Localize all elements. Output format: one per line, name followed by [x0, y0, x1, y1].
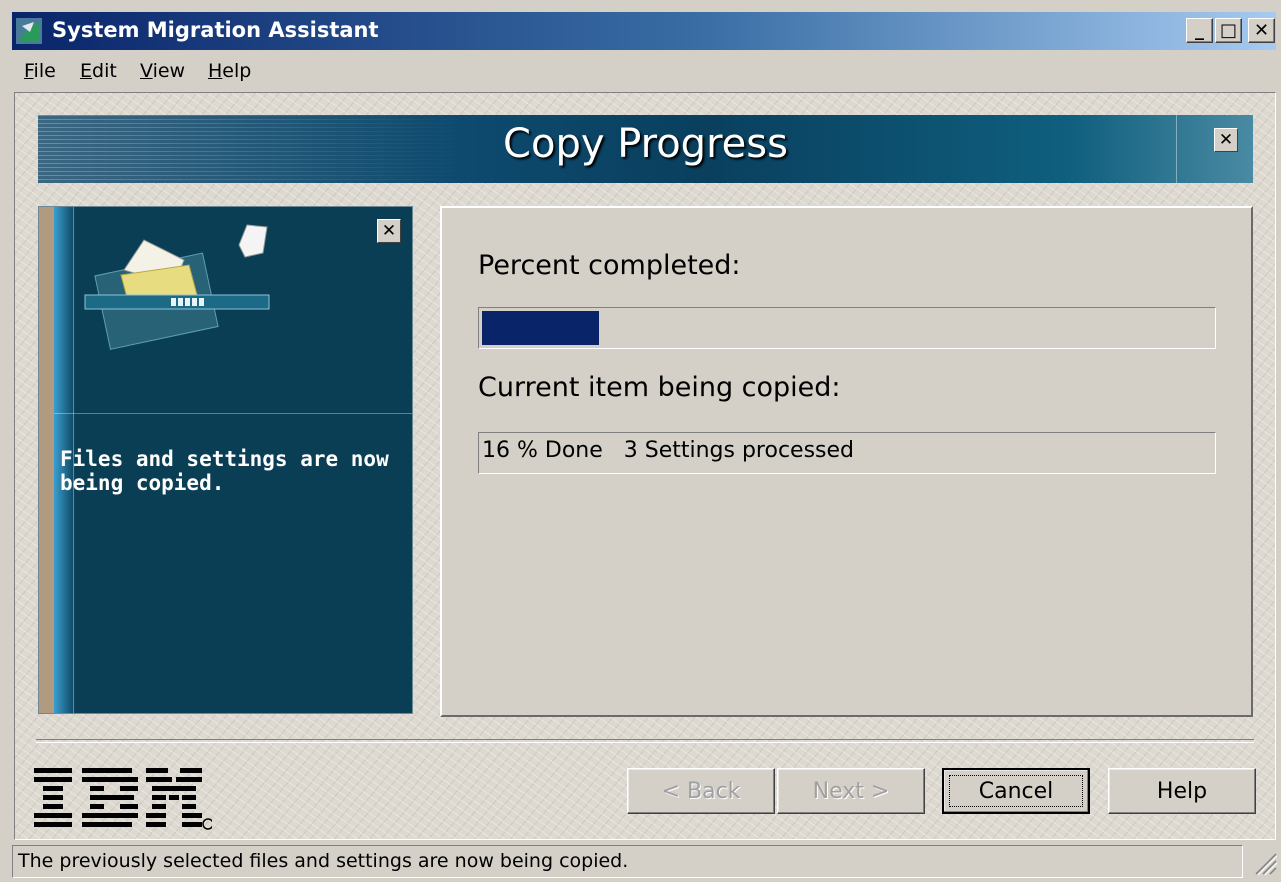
folder-transfer-icon: [84, 224, 270, 350]
menu-view[interactable]: View: [140, 60, 185, 82]
app-icon: [16, 18, 42, 44]
divider: [36, 739, 1254, 743]
minimize-button[interactable]: _: [1186, 18, 1213, 43]
progress-panel: Percent completed: Current item being co…: [440, 206, 1253, 717]
minimize-icon: _: [1195, 20, 1204, 41]
panel-stripe: [39, 207, 54, 713]
panel-message: Files and settings are now being copied.: [60, 447, 389, 495]
close-icon: ✕: [1218, 130, 1234, 150]
progress-fill: [482, 311, 599, 345]
ibm-logo: [34, 768, 212, 830]
next-button[interactable]: Next >: [777, 768, 925, 814]
progress-bar: [478, 307, 1216, 349]
menu-edit[interactable]: Edit: [80, 60, 117, 82]
cancel-button[interactable]: Cancel: [942, 768, 1090, 814]
close-icon: ✕: [381, 221, 397, 241]
status-bar: The previously selected files and settin…: [12, 845, 1243, 878]
resize-grip-icon[interactable]: [1250, 848, 1278, 876]
current-item-label: Current item being copied:: [478, 372, 841, 403]
panel-hline: [54, 413, 412, 414]
maximize-icon: □: [1219, 20, 1237, 41]
menu-help[interactable]: Help: [208, 60, 251, 82]
maximize-button[interactable]: □: [1215, 18, 1242, 43]
help-button[interactable]: Help: [1108, 768, 1256, 814]
panel-close-button[interactable]: ✕: [377, 219, 401, 243]
current-item-status: 16 % Done 3 Settings processed: [478, 432, 1216, 474]
banner-close-button[interactable]: ✕: [1214, 128, 1238, 152]
banner-separator: [1176, 115, 1177, 183]
back-button[interactable]: < Back: [627, 768, 775, 814]
title-bar[interactable]: System Migration Assistant _ □ ✕: [12, 12, 1276, 50]
side-panel: ✕ Files and settings are now being copie…: [38, 206, 413, 714]
percent-label: Percent completed:: [478, 250, 741, 281]
page-title: Copy Progress: [503, 121, 788, 167]
close-button[interactable]: ✕: [1248, 18, 1275, 43]
menu-file[interactable]: File: [24, 60, 56, 82]
main-window: System Migration Assistant _ □ ✕ File Ed…: [0, 0, 1281, 882]
close-icon: ✕: [1253, 20, 1270, 41]
header-banner: Copy Progress ✕: [38, 115, 1253, 183]
window-title: System Migration Assistant: [52, 18, 379, 42]
